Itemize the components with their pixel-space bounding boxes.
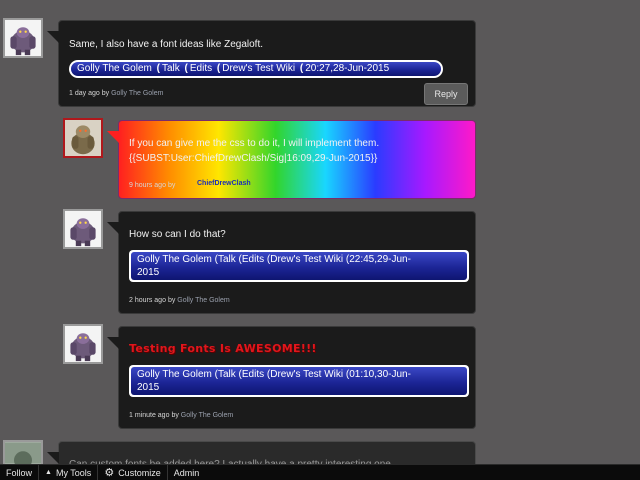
comment-time: 1 minute ago [129, 412, 170, 419]
fancy-font-text: Testing Fonts Is AWESOME!!! [129, 342, 317, 355]
signature-year: 2015 [137, 382, 160, 393]
avatar[interactable] [63, 324, 103, 364]
signature-talk-link[interactable]: Talk [162, 63, 180, 74]
comment-author-link[interactable]: Golly The Golem [177, 297, 229, 304]
my-tools-menu[interactable]: ▲ My Tools [39, 464, 99, 480]
comment-time: 1 day ago [69, 90, 100, 97]
follow-button[interactable]: Follow [0, 464, 40, 480]
barbarian-avatar-icon [65, 120, 101, 156]
signature-edits-link[interactable]: Edits [242, 254, 264, 265]
caret-up-icon: ▲ [45, 468, 52, 476]
comment-time: 2 hours ago [129, 297, 166, 304]
signature-timestamp: 20:27,28-Jun-2015 [305, 63, 390, 74]
signature-wiki-link[interactable]: Drew's Test Wiki [270, 369, 343, 380]
bottom-toolbar: Follow ▲ My Tools ⚙ Customize Admin [0, 464, 640, 480]
comment-bubble: Same, I also have a font ideas like Zega… [47, 20, 476, 107]
comment-meta: 9 hours ago by [129, 182, 176, 189]
comment-bubble: Testing Fonts Is AWESOME!!! Golly The Go… [107, 326, 476, 429]
golem-avatar-icon [65, 326, 101, 362]
golem-avatar-icon [5, 20, 41, 56]
user-avatar-icon [5, 442, 41, 464]
avatar[interactable] [3, 440, 43, 464]
signature-edits-link[interactable]: Edits [242, 369, 264, 380]
gear-icon: ⚙ [104, 466, 115, 479]
comment-text-line2: {{SUBST:User:ChiefDrewClash/Sig|16:09,29… [129, 153, 378, 164]
signature-timestamp: 22:45,29-Jun- [349, 254, 411, 265]
comment-author-link[interactable]: Golly The Golem [111, 90, 163, 97]
comment-meta: 2 hours ago by Golly The Golem [129, 297, 230, 304]
comment-time: 9 hours ago [129, 182, 166, 189]
customize-button[interactable]: ⚙ Customize [98, 464, 168, 480]
comment-text: If you can give me the css to do it, I w… [129, 138, 380, 149]
signature-year: 2015 [137, 267, 160, 278]
user-signature: Golly The Golem (Talk (Edits (Drew's Tes… [69, 60, 443, 78]
comment-text: How so can I do that? [129, 229, 226, 240]
signature-user-link[interactable]: Golly The Golem [137, 369, 212, 380]
user-signature: Golly The Golem (Talk (Edits (Drew's Tes… [129, 365, 469, 397]
admin-button[interactable]: Admin [168, 465, 206, 480]
signature-timestamp: 01:10,30-Jun- [349, 369, 411, 380]
avatar[interactable] [63, 118, 103, 158]
comment-text: Same, I also have a font ideas like Zega… [69, 39, 263, 50]
signature-edits-link[interactable]: Edits [190, 63, 212, 74]
comment-author-link[interactable]: Golly The Golem [181, 412, 233, 419]
comment-author-link[interactable]: ChiefDrewClash [197, 180, 251, 187]
comment-bubble: If you can give me the css to do it, I w… [107, 120, 476, 199]
comment-meta: 1 minute ago by Golly The Golem [129, 412, 234, 419]
signature-talk-link[interactable]: Talk [218, 254, 236, 265]
user-signature: Golly The Golem (Talk (Edits (Drew's Tes… [129, 250, 469, 282]
reply-button[interactable]: Reply [424, 83, 468, 105]
signature-talk-link[interactable]: Talk [218, 369, 236, 380]
signature-wiki-link[interactable]: Drew's Test Wiki [222, 63, 295, 74]
golem-avatar-icon [65, 211, 101, 247]
signature-user-link[interactable]: Golly The Golem [137, 254, 212, 265]
signature-wiki-link[interactable]: Drew's Test Wiki [270, 254, 343, 265]
avatar[interactable] [63, 209, 103, 249]
avatar[interactable] [3, 18, 43, 58]
comment-meta: 1 day ago by Golly The Golem [69, 90, 164, 97]
comment-bubble: How so can I do that? Golly The Golem (T… [107, 211, 476, 314]
signature-user-link[interactable]: Golly The Golem [77, 63, 152, 74]
